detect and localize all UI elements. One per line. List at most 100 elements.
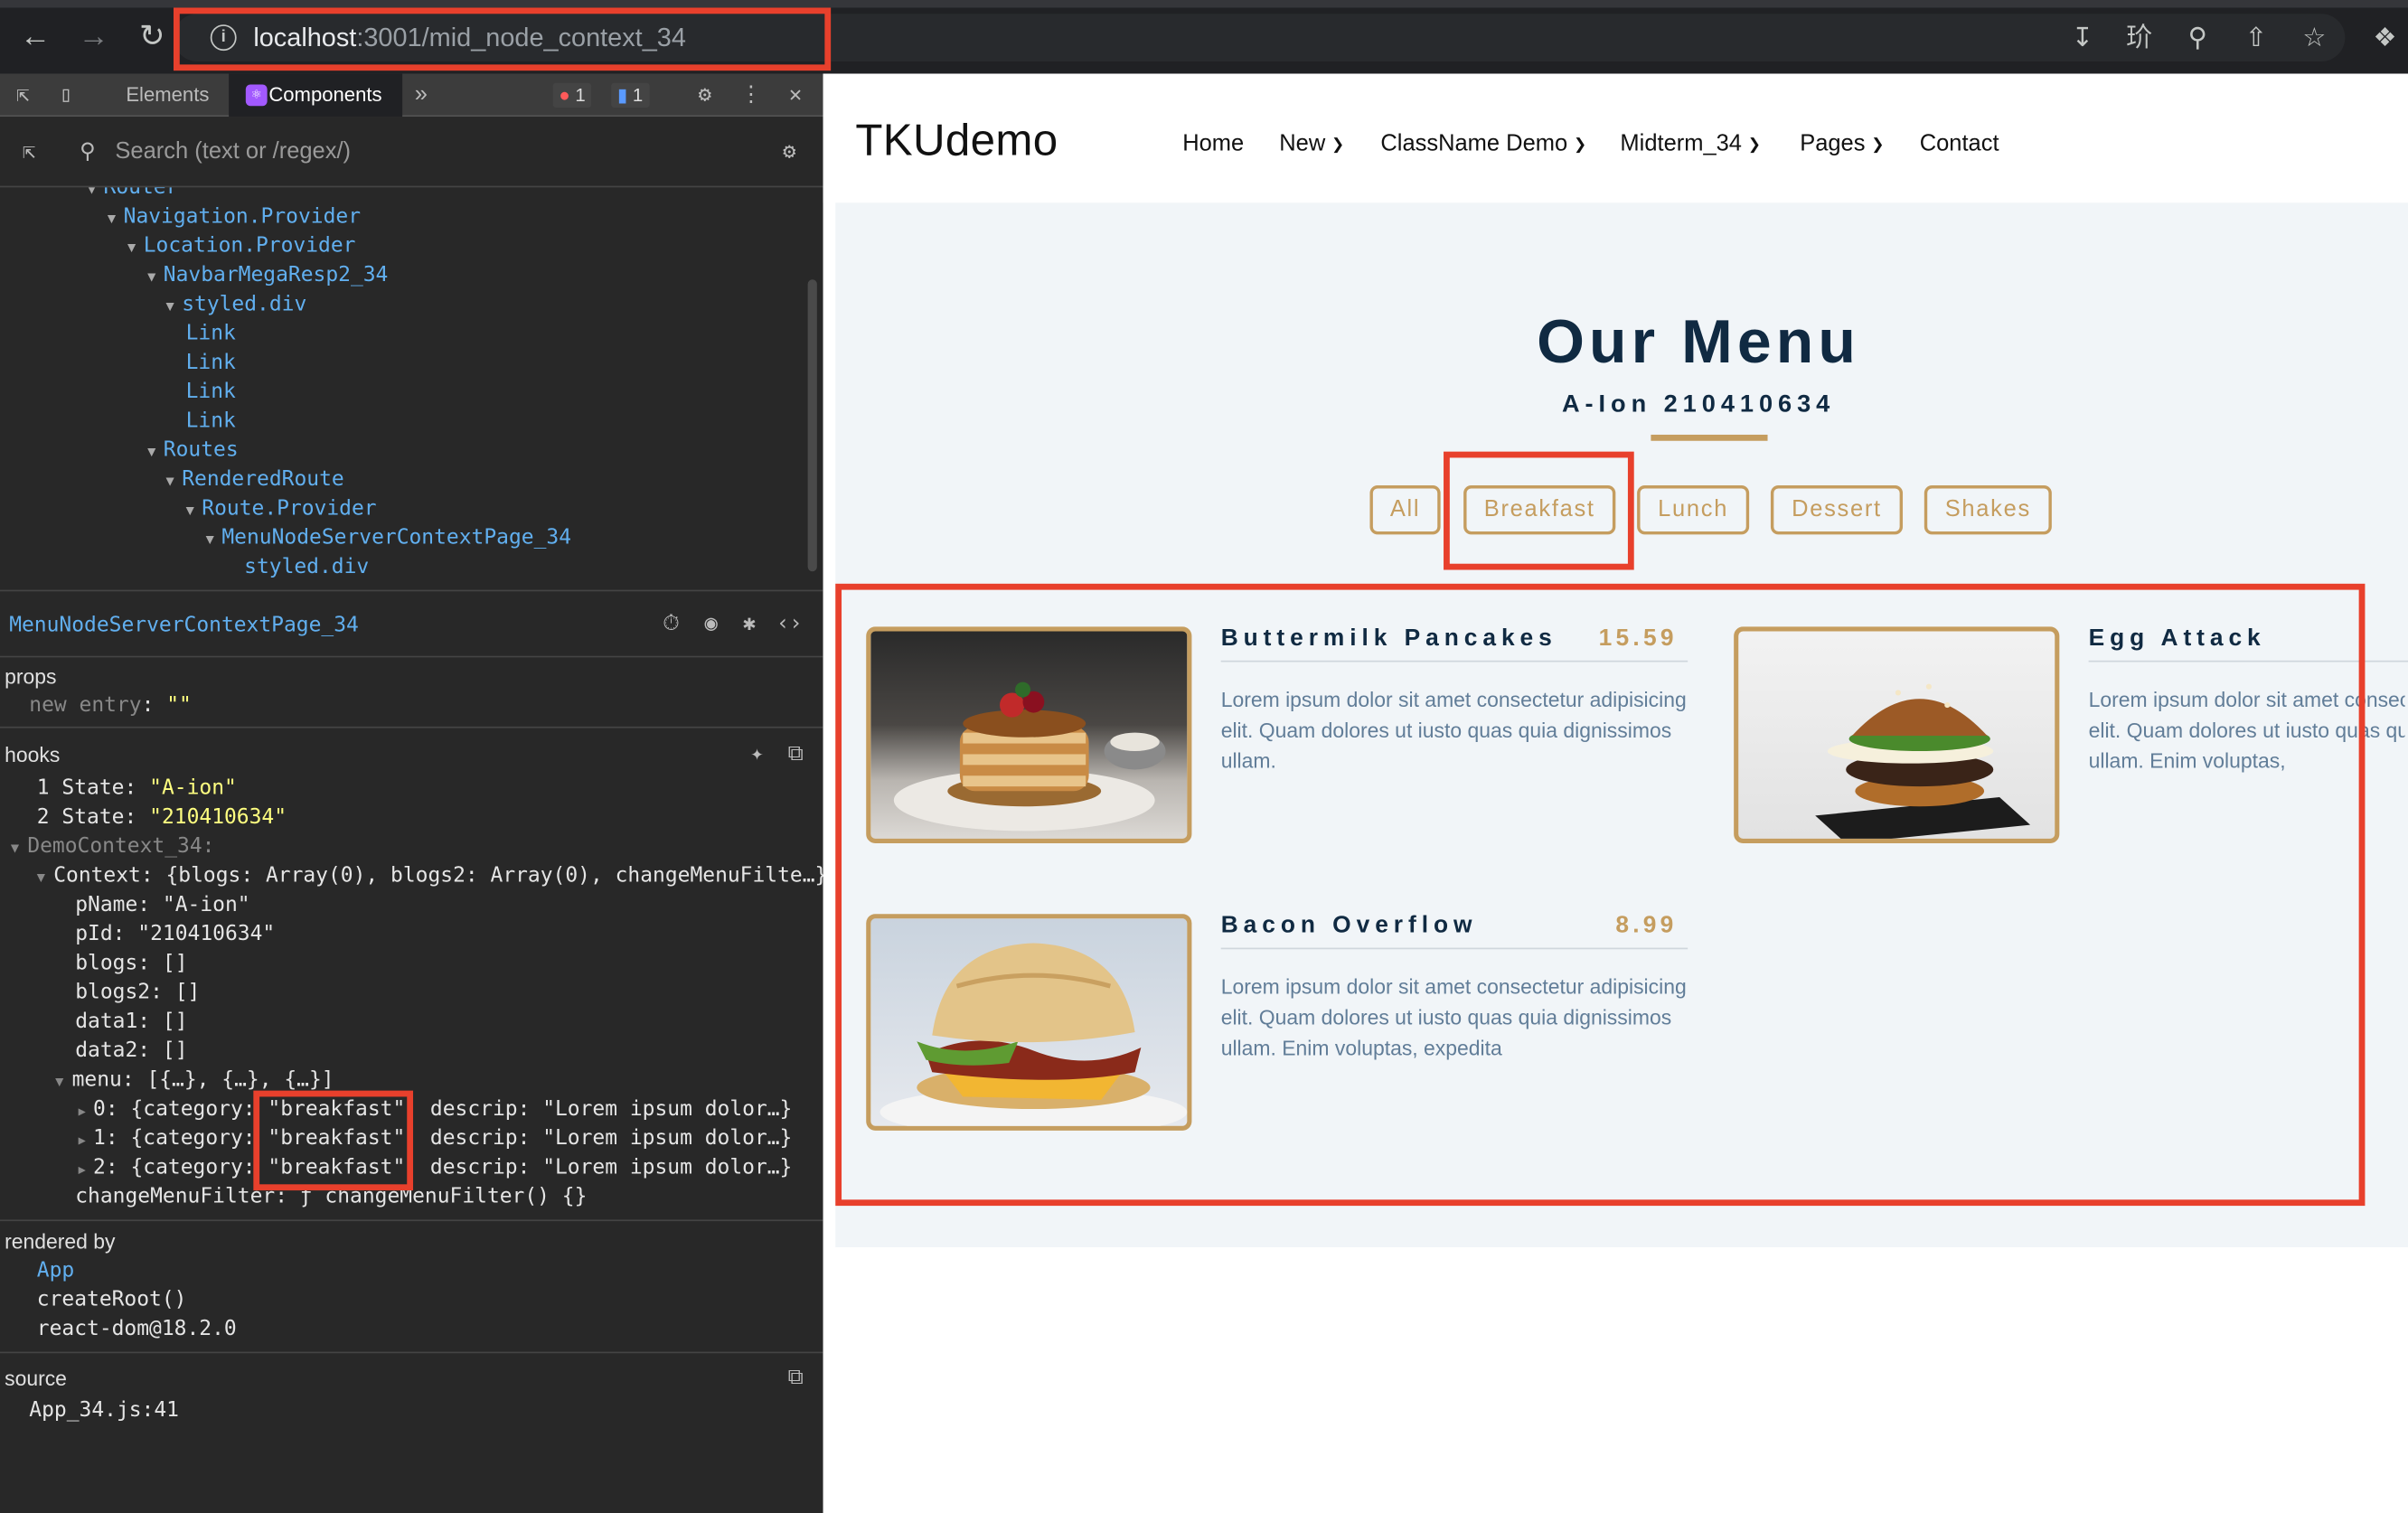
hook-state-1[interactable]: 1 State: "A-ion"	[37, 775, 237, 803]
caret-down-icon[interactable]: ▼	[165, 475, 174, 490]
tree-node[interactable]: Link	[186, 378, 236, 407]
tree-node[interactable]: ▼ NavbarMegaResp2_34	[147, 261, 388, 290]
hook-key: State:	[61, 775, 137, 801]
nav-new[interactable]: New ❯	[1279, 130, 1344, 156]
tab-elements[interactable]: Elements	[126, 74, 209, 117]
caret-down-icon[interactable]: ▼	[206, 533, 214, 549]
caret-down-icon[interactable]: ▼	[88, 187, 96, 198]
site-logo[interactable]: TKUdemo	[855, 117, 1058, 167]
extensions-icon[interactable]: ❖	[2366, 20, 2403, 57]
device-toggle-icon[interactable]: ▯	[52, 81, 80, 109]
error-count: 1	[575, 84, 586, 107]
tree-node[interactable]: Link	[186, 319, 236, 348]
hook-state-2[interactable]: 2 State: "210410634"	[37, 803, 287, 832]
caret-down-icon[interactable]: ▼	[165, 299, 174, 315]
copy-source-icon[interactable]: ⧉	[782, 1364, 810, 1392]
react-icon: ⚛	[245, 84, 268, 107]
menu-array-item[interactable]: ▶ 2: {category: "breakfast", descrip: "L…	[79, 1153, 793, 1184]
tree-node[interactable]: ▼ styled.div	[165, 290, 306, 319]
eye-icon[interactable]: ◉	[697, 610, 725, 638]
tree-node[interactable]: styled.div	[244, 553, 369, 582]
source-code-icon[interactable]: ‹›	[776, 610, 804, 638]
search-icon: ⚲	[80, 139, 96, 164]
caret-down-icon[interactable]: ▼	[147, 446, 155, 461]
caret-down-icon[interactable]: ▼	[127, 241, 136, 257]
hooks-heading: hooks	[5, 743, 61, 767]
chevron-down-icon: ❯	[1747, 136, 1762, 154]
tree-node[interactable]: ▼ Navigation.Provider	[108, 202, 361, 231]
star-icon[interactable]: ☆	[2296, 20, 2333, 57]
filter-shakes-button[interactable]: Shakes	[1924, 485, 2052, 535]
tree-scrollbar[interactable]	[807, 279, 817, 572]
new-entry-row[interactable]: new entry: ""	[29, 691, 192, 720]
tree-node[interactable]: Link	[186, 349, 236, 378]
reload-icon[interactable]: ↻	[132, 17, 172, 57]
tree-node-label: Link	[185, 350, 236, 375]
tree-node[interactable]: ▼ Route.Provider	[186, 494, 377, 523]
menu-array-item[interactable]: ▶ 0: {category: "breakfast", descrip: "L…	[79, 1095, 793, 1126]
nav-pages-label: Pages	[1800, 130, 1866, 157]
search-settings-gear-icon[interactable]: ⚙	[776, 138, 804, 166]
tree-node[interactable]: ▼ RenderedRoute	[165, 465, 343, 494]
caret-right-icon: ▶	[78, 1162, 94, 1177]
context-blogs: blogs: []	[75, 950, 188, 976]
nav-midterm-label: Midterm_34	[1620, 130, 1742, 157]
filter-all-button[interactable]: All	[1369, 485, 1441, 535]
more-tabs-icon[interactable]: »	[415, 74, 428, 117]
caret-down-icon[interactable]: ▼	[147, 270, 155, 286]
kebab-menu-icon[interactable]: ⋮	[738, 81, 766, 109]
context-pid: pId: "210410634"	[75, 921, 276, 946]
close-devtools-icon[interactable]: ✕	[782, 81, 810, 109]
tree-node-label: Link	[185, 321, 236, 346]
tree-node[interactable]: ▼ MenuNodeServerContextPage_34	[206, 524, 571, 553]
forward-icon[interactable]: →	[74, 17, 114, 57]
new-entry-label: new entry	[29, 692, 142, 718]
nav-classname-demo[interactable]: ClassName Demo ❯	[1380, 130, 1586, 156]
inspect-icon[interactable]: ⇱	[9, 81, 37, 109]
back-icon[interactable]: ←	[15, 17, 55, 57]
share-icon[interactable]: ⇧	[2237, 20, 2274, 57]
devtools-tabbar: ⇱ ▯ Elements Components ⚛ » ● 1 ▮ 1 ⚙ ⋮ …	[0, 73, 823, 117]
translate-icon[interactable]: 玠	[2121, 20, 2158, 57]
tree-node[interactable]: ▼ Router	[88, 187, 179, 202]
filter-dessert-button[interactable]: Dessert	[1770, 485, 1904, 535]
nav-home[interactable]: Home	[1182, 130, 1244, 156]
rendered-by-createroot: createRoot()	[36, 1287, 187, 1312]
nav-contact[interactable]: Contact	[1920, 130, 1999, 156]
select-component-icon[interactable]: ⇱	[15, 138, 43, 166]
filter-lunch-button[interactable]: Lunch	[1637, 485, 1750, 535]
caret-down-icon[interactable]: ▼	[186, 503, 194, 519]
tree-node-label: styled.div	[182, 291, 307, 317]
rendered-by-react-dom: react-dom@18.2.0	[36, 1316, 237, 1341]
menu-item-prefix: {category:	[130, 1096, 268, 1122]
caret-down-icon[interactable]: ▼	[108, 212, 116, 228]
magic-wand-icon[interactable]: ✦	[743, 740, 771, 768]
error-badge[interactable]: ● 1	[552, 82, 592, 108]
zoom-icon[interactable]: ⚲	[2179, 20, 2216, 57]
tree-node[interactable]: ▼ Routes	[147, 437, 239, 465]
nav-pages[interactable]: Pages ❯	[1800, 130, 1884, 156]
menu-item-prefix: {category:	[130, 1155, 268, 1180]
menu-array-item[interactable]: ▶ 1: {category: "breakfast", descrip: "L…	[79, 1124, 793, 1155]
install-icon[interactable]: ↧	[2064, 20, 2101, 57]
source-file[interactable]: App_34.js:41	[29, 1396, 179, 1425]
component-search-row: ⇱ ⚲ Search (text or /regex/) ⚙	[0, 117, 823, 188]
breakfast-highlight-box	[1444, 451, 1634, 570]
settings-gear-icon[interactable]: ⚙	[691, 81, 720, 109]
stopwatch-icon[interactable]: ⏱	[657, 610, 685, 638]
rendered-by-app-link[interactable]: App	[37, 1256, 74, 1285]
caret-down-icon: ▼	[36, 870, 54, 887]
tree-node[interactable]: Link	[186, 407, 236, 436]
copy-hooks-icon[interactable]: ⧉	[782, 740, 810, 768]
component-search-input[interactable]: Search (text or /regex/)	[115, 138, 351, 164]
tree-node-label: RenderedRoute	[182, 466, 344, 492]
inspected-component-header: MenuNodeServerContextPage_34 ⏱ ◉ ✱ ‹›	[0, 589, 823, 658]
context-value-row[interactable]: ▼ Context: {blogs: Array(0), blogs2: Arr…	[37, 861, 828, 894]
menu-item-index: 2:	[93, 1155, 118, 1180]
message-badge[interactable]: ▮ 1	[611, 82, 650, 108]
tree-node[interactable]: ▼ Location.Provider	[127, 232, 355, 261]
bug-icon[interactable]: ✱	[736, 610, 764, 638]
context-hook-row[interactable]: ▼ DemoContext_34:	[11, 832, 215, 865]
nav-midterm[interactable]: Midterm_34 ❯	[1620, 130, 1761, 156]
